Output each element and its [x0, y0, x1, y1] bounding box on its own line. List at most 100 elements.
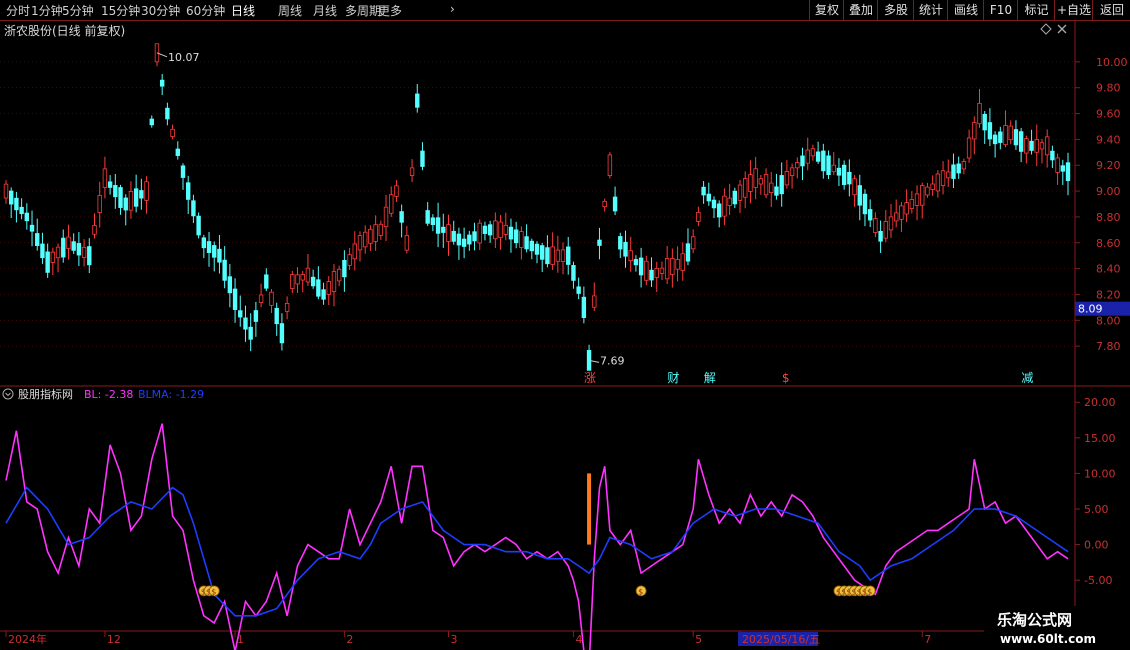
ind-tick-label-5: -5.00 [1084, 574, 1112, 587]
candle-body-196 [1024, 138, 1029, 154]
price-tick-label-2: 9.60 [1096, 108, 1121, 121]
candle-body-193 [1008, 125, 1013, 141]
candle-body-100 [524, 236, 529, 250]
candle-body-184 [961, 161, 967, 170]
x-label-7: 2025/05/16/五 [742, 633, 820, 646]
blma-value: BLMA: -1.29 [138, 388, 204, 401]
candle-body-97 [508, 226, 514, 240]
candle-body-54 [284, 303, 290, 312]
candle-body-79 [415, 93, 420, 108]
candle-body-23 [123, 197, 128, 211]
candle-body-188 [982, 113, 987, 131]
candle-body-122 [638, 257, 644, 276]
candle-body-123 [644, 260, 649, 281]
candle-body-128 [670, 258, 675, 275]
candle-body-78 [409, 167, 415, 176]
candle-body-141 [737, 184, 743, 201]
candle-body-115 [602, 200, 607, 208]
candle-body-48 [253, 310, 259, 322]
chevron-down-icon [5, 392, 11, 397]
x-label-0: 2024年 [8, 632, 47, 646]
candle-body-21 [113, 185, 118, 198]
event-marker-0: 涨 [584, 370, 596, 385]
highlight-bar [587, 473, 592, 545]
candle-body-65 [342, 260, 347, 278]
candle-body-85 [446, 224, 451, 242]
event-marker-2: 解 [704, 371, 716, 385]
candle-body-34 [180, 165, 186, 178]
candle-body-140 [732, 190, 738, 205]
candle-body-137 [717, 203, 722, 218]
candle-body-117 [612, 196, 618, 212]
x-label-3: 2 [346, 633, 353, 646]
candle-body-14 [76, 243, 82, 256]
candle-body-149 [779, 175, 784, 195]
stock-chart[interactable]: 10.009.809.609.409.209.008.808.608.408.2… [0, 0, 1130, 650]
candle-body-36 [191, 200, 196, 217]
candle-body-124 [649, 269, 654, 281]
candle-body-125 [654, 268, 659, 278]
price-tick-label-3: 9.40 [1096, 133, 1121, 146]
candle-body-81 [425, 210, 430, 224]
candle-body-98 [513, 229, 519, 244]
candle-body-202 [1055, 157, 1060, 173]
candle-body-41 [217, 248, 222, 263]
candle-body-160 [836, 167, 842, 176]
candle-body-84 [441, 226, 446, 233]
candle-body-15 [81, 246, 87, 258]
candle-body-130 [680, 253, 685, 271]
candle-body-8 [45, 251, 50, 273]
indicator-name: 股朋指标网 [18, 387, 73, 401]
candle-body-6 [35, 233, 40, 246]
price-tick-label-11: 7.80 [1096, 340, 1121, 353]
candle-body-18 [97, 195, 102, 213]
candle-body-181 [946, 171, 951, 179]
candle-body-113 [592, 295, 597, 308]
candle-body-26 [139, 190, 144, 199]
candle-body-67 [352, 243, 357, 260]
candle-body-131 [685, 243, 691, 262]
ind-tick-label-4: 0.00 [1084, 539, 1109, 552]
candle-body-171 [894, 212, 899, 222]
candle-body-104 [545, 247, 550, 265]
candle-body-52 [274, 307, 279, 325]
price-tick-label-5: 9.00 [1096, 185, 1121, 198]
candle-body-106 [555, 249, 561, 262]
x-label-1: 12 [107, 633, 121, 646]
candle-body-157 [821, 150, 826, 172]
price-tick-label-10: 8.00 [1096, 314, 1121, 327]
candle-body-76 [399, 211, 404, 223]
candle-body-134 [701, 186, 706, 196]
candle-body-175 [914, 193, 920, 206]
candle-body-66 [347, 254, 352, 266]
candle-body-142 [743, 178, 748, 198]
candle-body-3 [19, 206, 24, 215]
candle-body-136 [711, 199, 717, 209]
candle-body-101 [529, 240, 534, 252]
candle-body-138 [722, 195, 727, 217]
candle-body-143 [748, 174, 753, 192]
candle-body-69 [363, 231, 368, 248]
candle-body-75 [394, 185, 399, 197]
candle-body-80 [420, 150, 425, 167]
candle-body-102 [534, 243, 540, 255]
candle-body-58 [305, 267, 311, 283]
candle-body-91 [477, 222, 482, 244]
price-tick-label-4: 9.20 [1096, 159, 1121, 172]
high-label: 10.07 [168, 51, 200, 64]
candle-body-33 [175, 148, 180, 156]
event-marker-1: 财 [667, 371, 679, 385]
candle-body-103 [540, 245, 545, 260]
candle-body-73 [383, 206, 389, 228]
price-tick-label-9: 8.20 [1096, 288, 1121, 301]
candle-body-135 [706, 193, 711, 202]
candle-body-164 [857, 185, 862, 206]
candle-body-167 [873, 218, 878, 233]
candle-body-37 [196, 215, 201, 236]
candle-body-45 [238, 310, 243, 318]
candle-body-60 [316, 279, 321, 297]
candle-body-203 [1060, 165, 1065, 172]
candle-body-166 [867, 209, 873, 221]
candle-body-44 [232, 288, 238, 310]
candle-body-132 [690, 236, 696, 250]
